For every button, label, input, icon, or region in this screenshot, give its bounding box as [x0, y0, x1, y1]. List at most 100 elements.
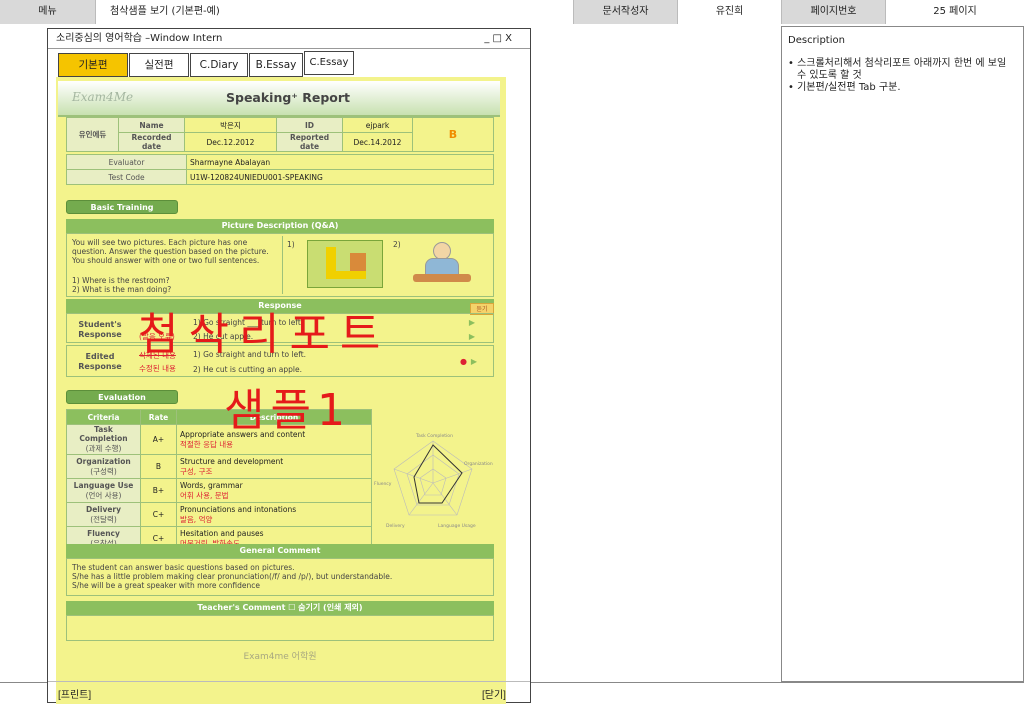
page-number-value: 25 페이지: [886, 0, 1024, 24]
play-icon[interactable]: ▶: [469, 318, 475, 327]
response-header: Response: [66, 299, 494, 313]
criteria-header: Criteria: [66, 409, 141, 425]
description-cell: Appropriate answers and content 적절한 응답 내용: [176, 424, 372, 455]
evaluator-label: Evaluator: [66, 154, 187, 170]
man-cutting-picture: [413, 240, 473, 288]
map-picture: [307, 240, 383, 288]
print-button[interactable]: [프린트]: [58, 686, 91, 701]
general-comment-line: The student can answer basic questions b…: [72, 563, 295, 572]
report-window: 소리중심의 영어학습 –Window Intern _ □ X 기본편 실전편 …: [47, 28, 531, 704]
recorded-date-value: Dec.12.2012: [184, 132, 277, 152]
picture-1-label: 1): [287, 240, 295, 249]
evaluator-value: Sharmayne Abalayan: [186, 154, 494, 170]
general-comment-box: The student can answer basic questions b…: [66, 558, 494, 596]
student-answer-1: 1) Go straight ___ turn to left.: [193, 318, 304, 327]
description-cell: Words, grammar 어휘 사용, 문법: [176, 478, 372, 503]
name-label: Name: [118, 117, 185, 133]
tab-basic[interactable]: 기본편: [58, 53, 128, 77]
desc-kr: 발음, 억양: [180, 514, 213, 524]
reported-date-label: Reported date: [276, 132, 343, 152]
criteria-name: Organization: [76, 456, 131, 466]
description-list: • 스크롤처리해서 첨삭리포트 아래까지 한번 에 보일 수 있도록 할 것 •…: [788, 58, 1017, 94]
rate-cell: A+: [140, 424, 177, 455]
criteria-cell: Delivery (전달력): [66, 502, 141, 527]
pictures-area: 1) 2): [282, 236, 492, 294]
id-value: ejpark: [342, 117, 413, 133]
picture-2-label: 2): [393, 240, 401, 249]
rate-header: Rate: [140, 409, 177, 425]
radar-label: Language Usage: [438, 523, 476, 529]
general-comment-line: S/he will be a great speaker with more c…: [72, 581, 260, 590]
criteria-name: Delivery: [85, 504, 122, 514]
play-icon[interactable]: ▶: [471, 357, 477, 366]
author-label: 문서작성자: [574, 0, 678, 24]
window-controls[interactable]: _ □ X: [484, 29, 512, 49]
report-footer: Exam4me 어학원: [243, 652, 317, 662]
student-answer-2: 2) He cut apple.: [193, 332, 254, 341]
group-cell: 유인에듀: [66, 117, 119, 152]
criteria-name: Task Completion: [79, 425, 128, 443]
teacher-comment-box[interactable]: [66, 615, 494, 641]
report-title: Speaking⁺ Report: [226, 90, 351, 105]
play-icon[interactable]: ▶: [469, 332, 475, 341]
description-item: • 스크롤처리해서 첨삭리포트 아래까지 한번 에 보일 수 있도록 할 것: [788, 58, 1007, 81]
description-cell: Pronunciations and intonations 발음, 억양: [176, 502, 372, 527]
reported-date-value: Dec.14.2012: [342, 132, 413, 152]
criteria-cell: Task Completion (과제 수행): [66, 424, 141, 455]
desc-en: Structure and development: [180, 456, 284, 466]
question-1: 1) Where is the restroom?: [72, 276, 170, 285]
student-response-note: (발음 오류): [139, 332, 175, 341]
teacher-comment-header[interactable]: Teacher's Comment ☐ 숨기기 (인쇄 제외): [66, 601, 494, 615]
window-footer-divider: [48, 681, 530, 682]
evaluation-label: Evaluation: [66, 390, 178, 404]
evaluation-table: Criteria Rate Description Task Completio…: [66, 409, 372, 551]
tab-c-essay[interactable]: C.Essay: [304, 51, 354, 75]
author-value: 유진희: [678, 0, 782, 24]
desc-kr: 어휘 사용, 문법: [180, 490, 229, 500]
rate-cell: C+: [140, 502, 177, 527]
desc-en: Words, grammar: [180, 480, 243, 490]
criteria-name: Fluency: [87, 528, 120, 538]
desc-kr: 구성, 구조: [180, 466, 213, 476]
criteria-cell: Language Use (언어 사용): [66, 478, 141, 503]
radar-label: Delivery: [386, 523, 405, 529]
window-titlebar: 소리중심의 영어학습 –Window Intern _ □ X: [48, 29, 530, 49]
radar-label: Organization: [464, 461, 493, 467]
radar-label: Fluency: [374, 481, 392, 487]
tab-c-diary[interactable]: C.Diary: [190, 53, 248, 77]
description-item: • 기본편/실전편 Tab 구분.: [788, 82, 901, 93]
recorded-date-label: Recorded date: [118, 132, 185, 152]
exam4me-logo: Exam4Me: [72, 90, 134, 104]
criteria-cell: Organization (구성력): [66, 454, 141, 479]
edited-response-label: Edited Response: [78, 352, 122, 371]
desc-en: Hesitation and pauses: [180, 528, 264, 538]
radar-label: Task Completion: [415, 433, 453, 439]
test-code-label: Test Code: [66, 169, 187, 185]
rate-cell: B+: [140, 478, 177, 503]
criteria-kr: (과제 수행): [85, 444, 122, 453]
evaluator-table: Evaluator Sharmayne Abalayan Test Code U…: [66, 154, 494, 185]
edited-response-row: Edited Response 삭제된 내용 수정된 내용 1) Go stra…: [66, 345, 494, 377]
rate-cell: B: [140, 454, 177, 479]
name-value: 박은지: [184, 117, 277, 133]
general-comment-header: General Comment: [66, 544, 494, 558]
test-code-value: U1W-120824UNIEDU001-SPEAKING: [186, 169, 494, 185]
tab-b-essay[interactable]: B.Essay: [249, 53, 303, 77]
edited-content-legend: 수정된 내용: [139, 364, 176, 373]
picture-description-box: You will see two pictures. Each picture …: [66, 233, 494, 297]
tab-practical[interactable]: 실전편: [129, 53, 189, 77]
window-title: 소리중심의 영어학습 –Window Intern: [56, 33, 223, 44]
document-header: 메뉴 첨삭샘플 보기 (기본편-예) 문서작성자 유진희 페이지번호 25 페이…: [0, 0, 1024, 24]
criteria-kr: (구성력): [90, 466, 117, 476]
basic-training-label: Basic Training: [66, 200, 178, 214]
student-info-table: 유인에듀 Name 박은지 ID ejpark B Recorded date …: [66, 117, 494, 152]
close-button[interactable]: [닫기]: [482, 686, 506, 701]
menu-label: 메뉴: [0, 0, 96, 24]
question-2: 2) What is the man doing?: [72, 285, 172, 294]
criteria-kr: (언어 사용): [85, 490, 122, 500]
record-icon: ●: [460, 357, 467, 366]
deleted-content-legend: 삭제된 내용: [139, 351, 176, 360]
page-number-label: 페이지번호: [782, 0, 886, 24]
desc-en: Appropriate answers and content: [180, 429, 306, 439]
student-response-label: Student's Response: [78, 320, 122, 339]
